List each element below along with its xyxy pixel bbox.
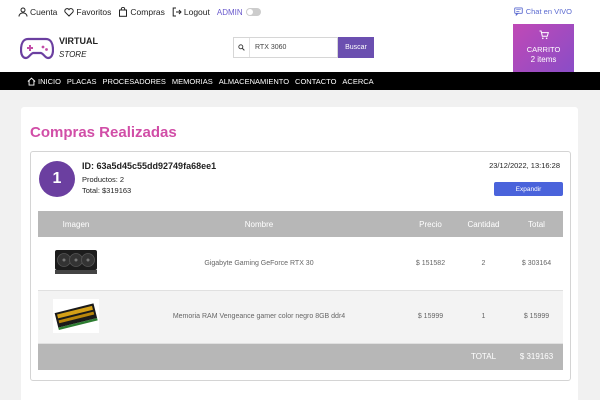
order-card: 1 ID: 63a5d45c55dd92749fa68ee1 Productos… <box>30 151 571 381</box>
search-box <box>233 37 338 58</box>
column-header-image: Imagen <box>38 211 114 237</box>
order-products-count: Productos: 2 <box>82 175 125 184</box>
favorites-link[interactable]: Favoritos <box>64 7 111 17</box>
order-items-table: Imagen Nombre Precio Cantidad Total Giga… <box>38 211 563 370</box>
nav-item-procesadores[interactable]: PROCESADORES <box>103 77 166 86</box>
nav-item-inicio[interactable]: INICIO <box>27 77 61 86</box>
cart-label: CARRITO <box>526 45 561 54</box>
item-quantity: 2 <box>457 237 510 291</box>
cart-button[interactable]: CARRITO 2 items <box>513 24 574 72</box>
logout-icon <box>172 7 182 17</box>
search-icon <box>234 38 250 57</box>
purchases-link[interactable]: Compras <box>118 7 165 17</box>
expand-button[interactable]: Expandir <box>494 182 563 196</box>
search-button[interactable]: Buscar <box>338 37 374 58</box>
brand-subtitle: STORE <box>59 50 87 59</box>
top-bar: Cuenta Favoritos Compras Logout ADMIN Ch… <box>0 0 600 24</box>
user-icon <box>18 7 28 17</box>
admin-label: ADMIN <box>216 7 243 17</box>
column-header-total: Total <box>510 211 563 237</box>
chat-label: Chat en VIVO <box>525 7 572 16</box>
column-header-quantity: Cantidad <box>457 211 510 237</box>
nav-item-memorias[interactable]: MEMORIAS <box>172 77 213 86</box>
chat-icon <box>513 7 523 16</box>
nav-label: INICIO <box>38 76 61 86</box>
item-quantity: 1 <box>457 290 510 344</box>
heart-icon <box>64 8 75 17</box>
graphics-card-image <box>55 250 97 275</box>
shopping-bag-icon <box>119 7 128 17</box>
column-header-price: Precio <box>404 211 457 237</box>
item-price: $ 151582 <box>404 237 457 291</box>
column-header-name: Nombre <box>114 211 404 237</box>
item-name: Gigabyte Gaming GeForce RTX 30 <box>114 237 404 291</box>
home-icon <box>27 77 36 86</box>
footer-total-value: $ 319163 <box>510 343 563 370</box>
item-total: $ 15999 <box>510 290 563 344</box>
nav-item-placas[interactable]: PLACAS <box>67 77 97 86</box>
table-row: Memoria RAM Vengeance gamer color negro … <box>38 290 563 344</box>
table-footer-row: TOTAL $ 319163 <box>38 343 563 370</box>
order-number-badge: 1 <box>39 161 75 197</box>
favorites-label: Favoritos <box>76 7 112 17</box>
live-chat-link[interactable]: Chat en VIVO <box>513 7 572 16</box>
site-header: VIRTUAL STORE Buscar <box>0 24 600 72</box>
search-input[interactable] <box>250 44 336 51</box>
purchases-label: Compras <box>130 7 165 17</box>
logout-label: Logout <box>183 7 210 17</box>
table-row: Gigabyte Gaming GeForce RTX 30 $ 151582 … <box>38 237 563 291</box>
item-price: $ 15999 <box>404 290 457 344</box>
footer-total-label: TOTAL <box>457 343 510 370</box>
purchases-panel: Compras Realizadas 1 ID: 63a5d45c55dd927… <box>21 107 578 400</box>
logout-link[interactable]: Logout <box>172 7 210 17</box>
page-title: Compras Realizadas <box>30 124 177 141</box>
nav-item-acerca[interactable]: ACERCA <box>342 77 373 86</box>
gamepad-logo-icon[interactable] <box>20 36 54 60</box>
admin-toggle[interactable] <box>245 8 261 16</box>
cart-count: 2 items <box>530 55 557 64</box>
order-total: Total: $319163 <box>82 186 132 195</box>
order-date: 23/12/2022, 13:16:28 <box>489 161 560 170</box>
item-name: Memoria RAM Vengeance gamer color negro … <box>114 290 404 344</box>
nav-item-almacenamiento[interactable]: ALMACENAMIENTO <box>219 77 289 86</box>
order-id: ID: 63a5d45c55dd92749fa68ee1 <box>82 161 217 171</box>
account-link[interactable]: Cuenta <box>18 7 57 17</box>
main-nav: INICIO PLACAS PROCESADORES MEMORIAS ALMA… <box>0 72 600 90</box>
ram-memory-image <box>53 298 99 333</box>
brand-name: VIRTUAL <box>59 36 98 46</box>
item-total: $ 303164 <box>510 237 563 291</box>
account-label: Cuenta <box>30 7 58 17</box>
table-header-row: Imagen Nombre Precio Cantidad Total <box>38 211 563 237</box>
nav-item-contacto[interactable]: CONTACTO <box>295 77 336 86</box>
shopping-cart-icon <box>539 30 549 40</box>
